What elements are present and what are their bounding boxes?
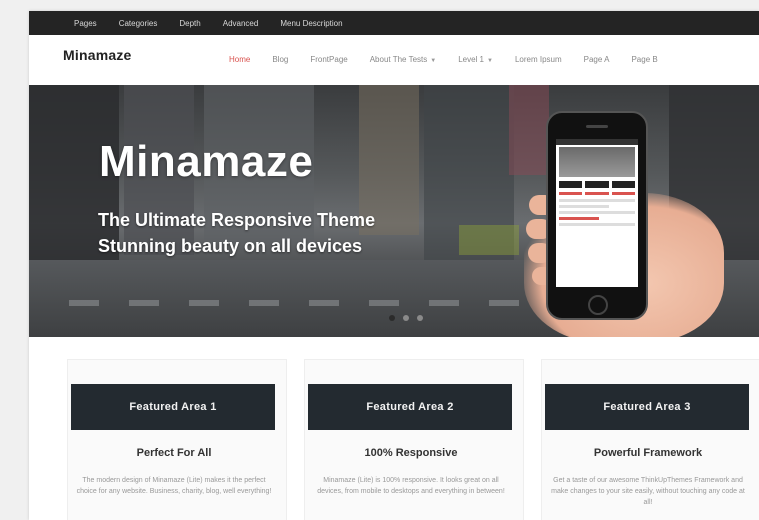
nav-item-page-b[interactable]: Page B — [631, 55, 657, 64]
slider-dot[interactable] — [403, 315, 409, 321]
phone-screen — [556, 139, 638, 287]
phone-screen-line — [559, 199, 635, 202]
feature-heading: Perfect For All — [136, 447, 212, 459]
slider-dot[interactable] — [389, 315, 395, 321]
top-link-depth[interactable]: Depth — [179, 19, 200, 28]
nav-item-label: Page B — [631, 55, 658, 64]
featured-area-3-button[interactable]: Featured Area 3 — [545, 384, 749, 430]
nav-item-blog[interactable]: Blog — [272, 55, 288, 64]
phone-screen-hero — [559, 147, 635, 177]
hero-slider[interactable]: Minamaze The Ultimate Responsive Theme S… — [29, 85, 759, 337]
background-building — [509, 85, 549, 175]
site-logo[interactable]: Minamaze — [63, 47, 132, 63]
featured-area-1-button[interactable]: Featured Area 1 — [71, 384, 275, 430]
nav-item-lorem-ipsum[interactable]: Lorem Ipsum — [515, 55, 562, 64]
featured-area-2: Featured Area 2 100% Responsive Minamaze… — [304, 337, 524, 520]
feature-heading: Powerful Framework — [593, 447, 703, 459]
phone-screen-line — [559, 205, 609, 208]
site-header: Minamaze Home Blog FrontPage About The T… — [29, 35, 759, 85]
phone-screen-accent — [611, 192, 635, 195]
featured-area-1: Featured Area 1 Perfect For All The mode… — [67, 337, 287, 520]
phone-screen-line — [559, 211, 635, 214]
phone-screen-line — [559, 217, 599, 220]
nav-item-about-the-tests[interactable]: About The Tests ▼ — [370, 55, 436, 64]
smartphone-image — [546, 111, 648, 320]
nav-item-label: Blog — [272, 55, 289, 64]
nav-item-label: About The Tests — [369, 55, 428, 64]
chevron-down-icon: ▼ — [487, 58, 493, 64]
phone-screen-box — [585, 181, 609, 188]
top-link-categories[interactable]: Categories — [119, 19, 158, 28]
phone-screen-topbar — [556, 139, 638, 145]
nav-item-label: Level 1 — [458, 55, 484, 64]
top-menu-bar: Pages Categories Depth Advanced Menu Des… — [29, 11, 759, 35]
slider-pagination — [389, 315, 423, 321]
feature-text: The modern design of Minamaze (Lite) mak… — [76, 477, 272, 495]
slider-dot[interactable] — [417, 315, 423, 321]
hero-subtitle: Stunning beauty on all devices — [98, 236, 363, 256]
chevron-down-icon: ▼ — [430, 58, 437, 64]
nav-item-page-a[interactable]: Page A — [584, 55, 610, 64]
nav-item-frontpage[interactable]: FrontPage — [310, 55, 347, 64]
featured-areas: Featured Area 1 Perfect For All The mode… — [29, 337, 759, 520]
phone-screen-box — [611, 181, 635, 188]
phone-home-button — [588, 295, 608, 315]
phone-screen-accents — [559, 192, 635, 195]
top-link-advanced[interactable]: Advanced — [223, 19, 259, 28]
nav-item-label: FrontPage — [310, 55, 348, 64]
phone-screen-box — [559, 181, 583, 188]
feature-heading: 100% Responsive — [364, 447, 458, 459]
top-link-pages[interactable]: Pages — [74, 19, 97, 28]
top-link-menu-description[interactable]: Menu Description — [280, 19, 342, 28]
nav-item-label: Home — [229, 55, 251, 64]
feature-text: Minamaze (Lite) is 100% responsive. It l… — [317, 477, 505, 495]
hero-subtitle: The Ultimate Responsive Theme — [98, 210, 376, 230]
feature-text: Get a taste of our awesome ThinkUpThemes… — [551, 477, 745, 506]
street-crosswalk — [69, 300, 529, 306]
phone-screen-accent — [585, 192, 609, 195]
phone-screen-buttons — [559, 181, 635, 188]
phone-screen-line — [559, 223, 635, 226]
background-vehicle — [459, 225, 519, 255]
website-frame: Pages Categories Depth Advanced Menu Des… — [29, 11, 759, 520]
hero-title: Minamaze — [99, 137, 314, 186]
nav-item-level-1[interactable]: Level 1 ▼ — [458, 55, 493, 64]
phone-speaker — [586, 125, 608, 128]
featured-area-2-button[interactable]: Featured Area 2 — [308, 384, 512, 430]
featured-area-3: Featured Area 3 Powerful Framework Get a… — [541, 337, 759, 520]
nav-item-home[interactable]: Home — [229, 55, 250, 64]
nav-item-label: Lorem Ipsum — [514, 55, 562, 64]
nav-item-label: Page A — [583, 55, 610, 64]
main-navigation: Home Blog FrontPage About The Tests ▼ Lev… — [229, 55, 680, 64]
phone-screen-accent — [559, 192, 583, 195]
